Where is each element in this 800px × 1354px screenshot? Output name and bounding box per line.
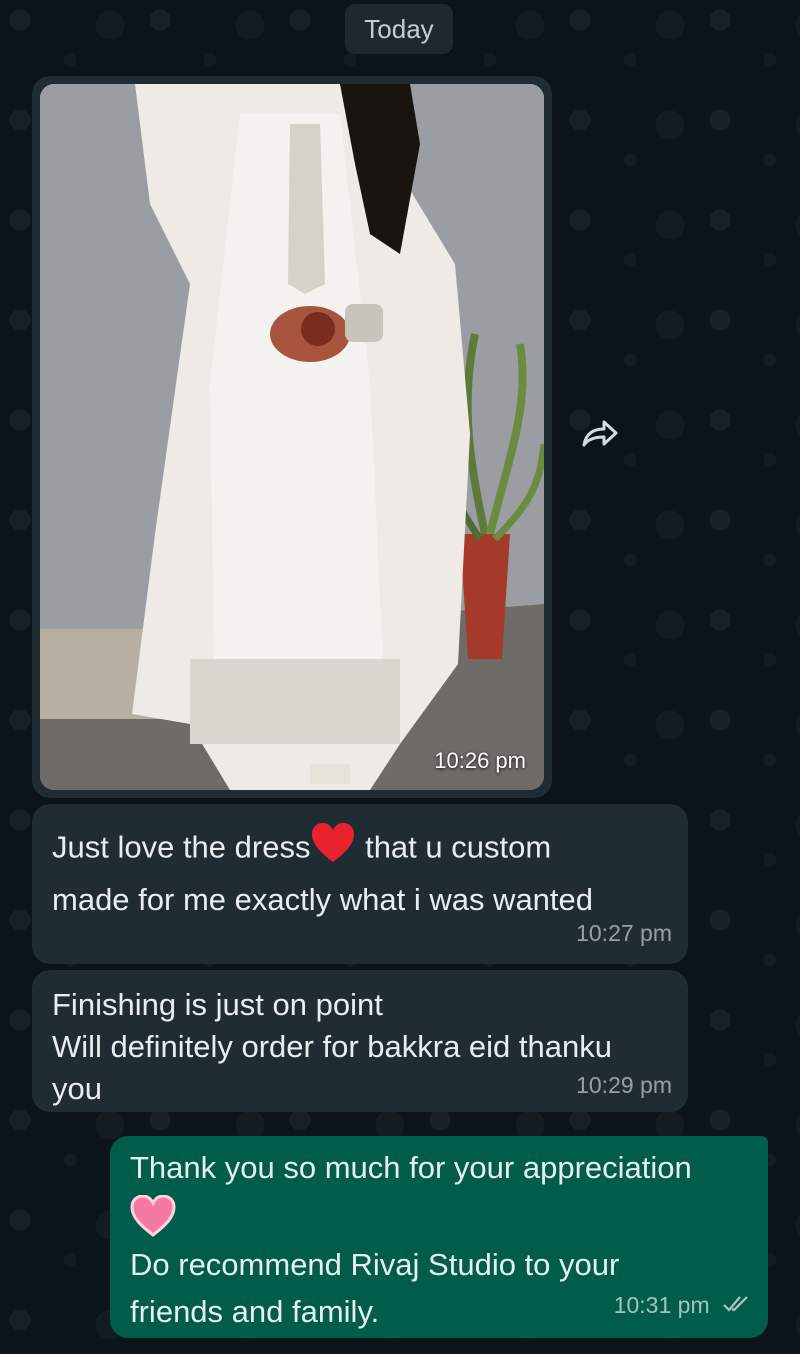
message-time: 10:27 pm — [576, 920, 672, 946]
message-text: Just love the dress that u custom made f… — [52, 822, 672, 923]
date-divider: Today — [345, 4, 453, 54]
pink-heart-emoji-icon — [130, 1191, 752, 1241]
forward-button[interactable] — [578, 418, 622, 454]
message-time: 10:26 pm — [434, 748, 526, 773]
shared-photo[interactable]: 10:26 pm — [40, 84, 544, 790]
outgoing-message-bubble[interactable]: Thank you so much for your appreciation … — [110, 1136, 768, 1338]
image-message-bubble[interactable]: 10:26 pm — [32, 76, 552, 798]
incoming-message-bubble[interactable]: Just love the dress that u custom made f… — [32, 804, 688, 964]
message-time: 10:31 pm — [613, 1291, 710, 1318]
red-heart-emoji-icon — [310, 822, 356, 877]
message-time: 10:29 pm — [576, 1072, 672, 1098]
message-text-part: Just love the dress — [52, 829, 311, 865]
double-check-icon — [722, 1283, 752, 1330]
date-divider-label: Today — [364, 13, 434, 44]
forward-arrow-icon — [580, 419, 620, 454]
message-text-line: Will definitely order for bakkra eid tha… — [52, 1029, 612, 1064]
message-text-line: Finishing is just on point — [52, 987, 383, 1022]
message-time-status: 10:31 pm — [614, 1282, 752, 1330]
message-text-line: Thank you so much for your appreciation — [130, 1150, 692, 1185]
message-text-part: that u custom — [356, 829, 552, 865]
incoming-message-bubble[interactable]: Finishing is just on point Will definite… — [32, 970, 688, 1112]
